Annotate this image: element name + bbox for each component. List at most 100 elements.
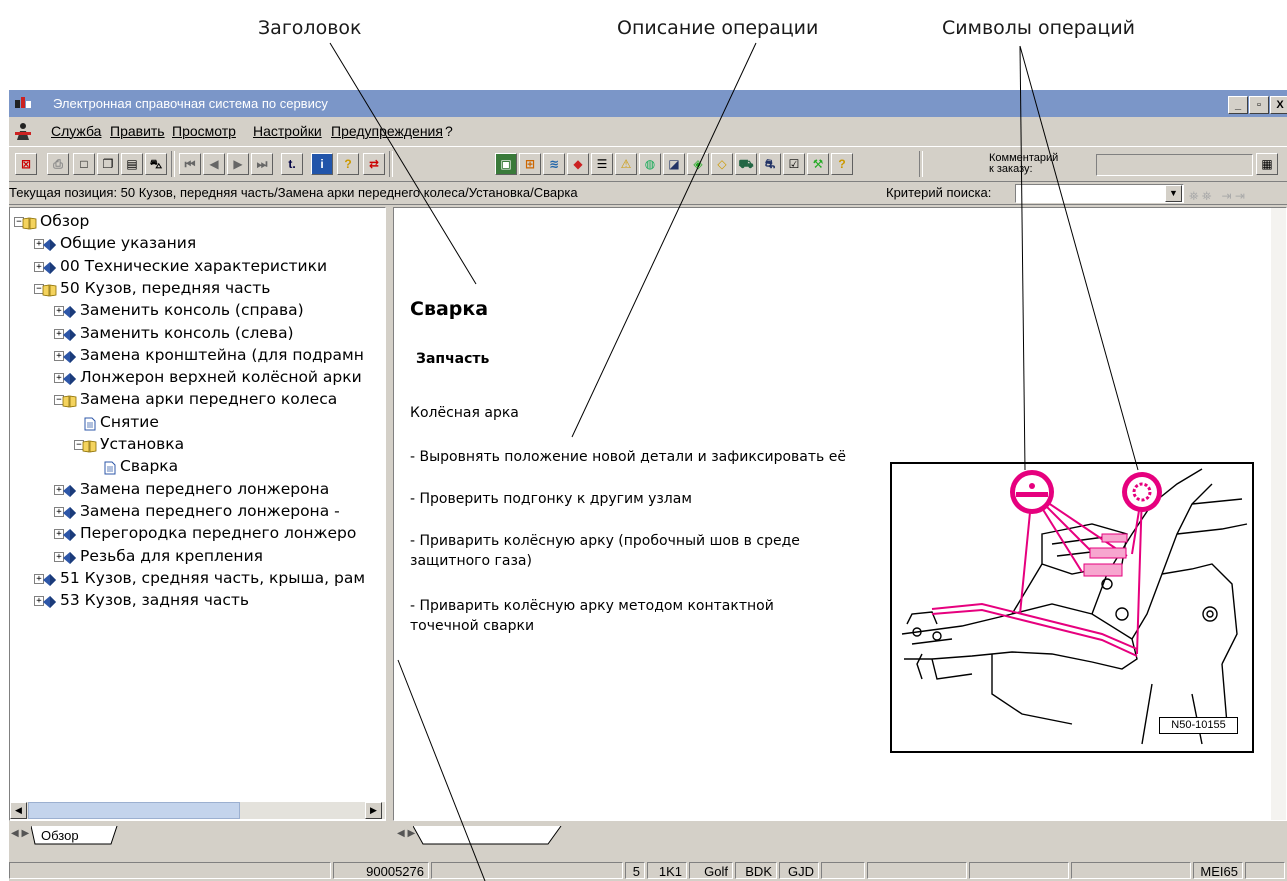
tree-pane: − Обзор + Общие указания +00 Технические хар… <box>9 207 386 821</box>
weld-symbol-icon <box>1010 470 1054 514</box>
open-book-icon <box>82 437 97 453</box>
status-user: MEI65 <box>1193 862 1243 879</box>
status-engine: BDK <box>735 862 777 879</box>
restore-button[interactable]: ▫ <box>1249 96 1269 114</box>
tree-item-label: 00 Технические характеристики <box>60 256 328 275</box>
scroll-left-icon[interactable]: ◀ <box>10 802 27 819</box>
tree-item-label: Заменить консоль (справа) <box>80 301 304 320</box>
status-bar: 90005276 5 1K1 Golf BDK GJD MEI65 <box>9 862 1287 881</box>
left-tabbar: ◀ ▶ Обзор <box>11 826 386 846</box>
new-doc-icon[interactable]: □ <box>73 153 95 175</box>
tool-icon[interactable]: ◈ <box>687 153 709 175</box>
menu-service[interactable]: Служба <box>51 118 101 145</box>
tree-item-label: Резьба для крепления <box>80 546 263 565</box>
status-cell-blank <box>1071 862 1191 879</box>
status-cell-blank <box>1245 862 1285 879</box>
tree-item-label: Снятие <box>100 412 159 431</box>
module-icon[interactable]: ▣ <box>495 153 517 175</box>
content-step: точечной сварки <box>410 618 535 634</box>
first-icon[interactable]: ⏮ <box>179 153 201 175</box>
globe-icon[interactable]: ◍ <box>639 153 661 175</box>
prev-icon[interactable]: ◀ <box>203 153 225 175</box>
content-tab-shape <box>413 826 562 845</box>
last-icon[interactable]: ⏭ <box>251 153 273 175</box>
book-icon <box>62 549 77 564</box>
tree-item-label: Установка <box>100 435 185 453</box>
tree-icon[interactable]: t. <box>281 153 303 175</box>
warning-icon[interactable]: ⚠ <box>615 153 637 175</box>
help-icon[interactable]: ? <box>337 153 359 175</box>
car-icon[interactable]: ⛟ <box>735 153 757 175</box>
comment-field[interactable] <box>1096 154 1253 176</box>
book-icon <box>62 482 77 497</box>
search-label: Критерий поиска: <box>886 185 992 200</box>
scroll-right-icon[interactable]: ▶ <box>365 802 382 819</box>
service-person-icon <box>15 123 31 140</box>
content-vscrollbar[interactable] <box>1271 208 1286 820</box>
status-order: 90005276 <box>333 862 429 879</box>
status-cell: 5 <box>625 862 645 879</box>
status-cell-blank <box>9 862 331 879</box>
book-icon <box>42 259 57 274</box>
content-step: защитного газа) <box>410 553 532 569</box>
swap-icon[interactable]: ⇄ <box>363 153 385 175</box>
title-bar: Электронная справочная система по сервис… <box>9 90 1287 117</box>
tree-hscrollbar[interactable]: ◀ ▶ <box>10 802 385 819</box>
copy-doc-icon[interactable]: ❐ <box>97 153 119 175</box>
tab-nav-icon[interactable]: ◀ ▶ <box>11 828 29 839</box>
status-gearbox: GJD <box>779 862 819 879</box>
minimize-button[interactable]: _ <box>1228 96 1248 114</box>
scroll-thumb[interactable] <box>28 802 240 819</box>
menu-warnings[interactable]: Предупреждения <box>331 118 443 145</box>
grid-icon[interactable]: ⊞ <box>519 153 541 175</box>
tab-overview[interactable]: Обзор <box>41 828 79 843</box>
vehicle-icon[interactable]: ⛍ <box>145 153 167 175</box>
clipboard-icon[interactable]: ☑ <box>783 153 805 175</box>
search-field[interactable] <box>1015 184 1184 203</box>
right-tabbar: ◀ ▶ <box>395 826 1285 846</box>
paste-doc-icon[interactable]: ▤ <box>121 153 143 175</box>
tree-item-label: Общие указания <box>60 234 197 253</box>
list-icon[interactable]: ☰ <box>591 153 613 175</box>
open-book-icon <box>42 281 57 297</box>
figure: N50-10155 <box>890 462 1254 753</box>
pane-splitter[interactable] <box>387 207 392 821</box>
book-icon <box>62 504 77 519</box>
tree-item-label: Замена арки переднего колеса <box>80 390 338 409</box>
content-pane: Сварка Запчасть Колёсная арка - Выровнят… <box>393 207 1287 821</box>
menu-settings[interactable]: Настройки <box>253 118 322 145</box>
app-window: Электронная справочная система по сервис… <box>9 90 1287 881</box>
tree-item-label: 53 Кузов, задняя часть <box>60 591 250 610</box>
exit-icon[interactable]: ⊠ <box>15 153 37 175</box>
stack-icon[interactable]: ≋ <box>543 153 565 175</box>
search-dropdown-icon[interactable]: ▼ <box>1165 185 1182 202</box>
current-position: Текущая позиция: 50 Кузов, передняя част… <box>9 185 578 200</box>
book-icon <box>42 236 57 252</box>
content-step: - Приварить колёсную арку методом контак… <box>410 598 774 614</box>
tree-item-label: Обзор <box>40 212 90 230</box>
content-step: - Выровнять положение новой детали и заф… <box>410 449 846 465</box>
content-subtitle: Запчасть <box>416 351 490 367</box>
ruler-icon[interactable]: ◪ <box>663 153 685 175</box>
page-icon <box>82 415 97 431</box>
search-buttons: ⛯ ⛯ ⇥ ⇥ <box>1189 189 1245 203</box>
car2-icon[interactable]: ⛐ <box>759 153 781 175</box>
book-icon <box>42 571 57 586</box>
menu-view[interactable]: Просмотр <box>172 118 236 145</box>
content-part: Колёсная арка <box>410 405 519 421</box>
content-step: - Проверить подгонку к другим узлам <box>410 491 692 507</box>
book-icon[interactable]: ◆ <box>567 153 589 175</box>
close-button[interactable]: X <box>1270 96 1287 114</box>
comment-label: Комментарий к заказу: <box>989 152 1059 175</box>
info-icon[interactable]: i <box>311 153 333 175</box>
comment-edit-icon[interactable]: ▦ <box>1256 153 1278 175</box>
checklist-icon[interactable]: ◇ <box>711 153 733 175</box>
print-icon[interactable]: ⎙ <box>47 153 69 175</box>
tree-item-label: Замена кронштейна (для подрамн <box>80 345 364 364</box>
next-icon[interactable]: ▶ <box>227 153 249 175</box>
menu-edit[interactable]: Править <box>110 118 165 145</box>
question-doc-icon[interactable]: ? <box>831 153 853 175</box>
wrench-icon[interactable]: ⚒ <box>807 153 829 175</box>
menu-help[interactable]: ? <box>445 118 453 145</box>
wheel-arch-illustration <box>901 468 1248 745</box>
